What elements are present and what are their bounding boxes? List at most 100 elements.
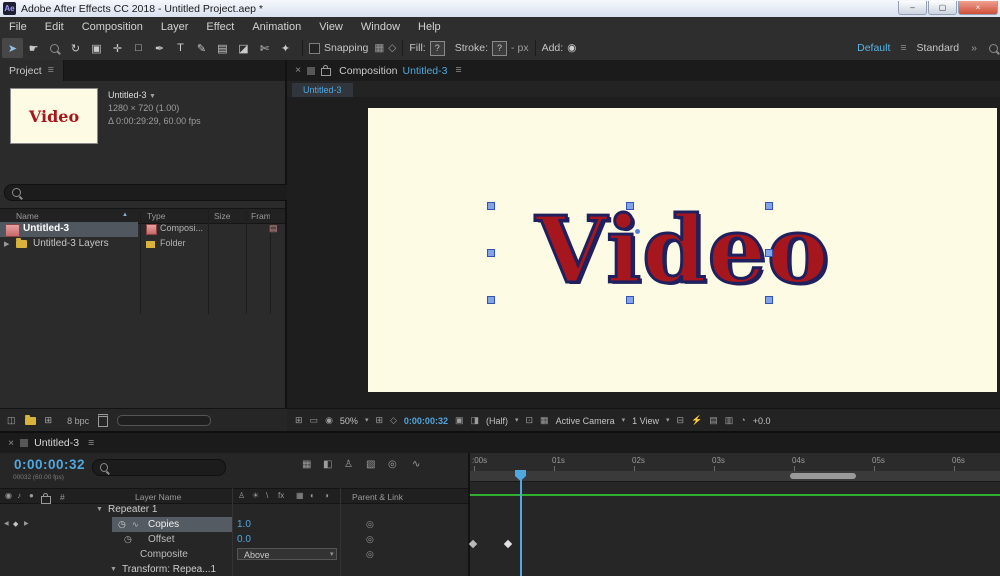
lock-icon[interactable] <box>321 65 332 76</box>
property-value[interactable]: 1.0 <box>237 517 251 532</box>
selection-handle-top-right[interactable] <box>765 202 773 210</box>
exposure-value[interactable]: +0.0 <box>753 416 771 426</box>
panel-menu-icon[interactable]: ≡ <box>48 65 54 76</box>
row-name[interactable]: Untitled-3 Layers <box>33 238 109 249</box>
snapping-checkbox[interactable] <box>309 42 320 54</box>
comp-mini-flowchart-icon[interactable]: ▦ <box>302 460 311 470</box>
resolution-select[interactable]: (Half) <box>486 416 508 426</box>
video-text-layer[interactable]: Video <box>534 195 830 306</box>
workspace-standard[interactable]: Standard <box>917 42 960 54</box>
property-graph-icon[interactable]: ∿ <box>132 517 139 532</box>
selection-tool-icon[interactable]: ➤ <box>2 38 23 58</box>
panel-menu-icon[interactable]: ≡ <box>455 65 461 76</box>
display-icon[interactable]: ▭ <box>310 416 319 425</box>
solo-column-icon[interactable]: ● <box>29 492 34 500</box>
project-item-name[interactable]: Untitled-3 <box>108 90 147 100</box>
pickwhip-icon[interactable]: ◎ <box>366 547 374 562</box>
row-offset[interactable]: ◷ Offset 0.0 ◎ <box>0 532 468 547</box>
menu-layer[interactable]: Layer <box>152 21 198 33</box>
region-of-interest-icon[interactable]: ⊡ <box>526 416 534 425</box>
hand-tool-icon[interactable]: ☛ <box>23 38 44 58</box>
project-search-input[interactable] <box>25 186 288 199</box>
camera-select[interactable]: Active Camera <box>556 416 615 426</box>
audio-column-icon[interactable]: ♪ <box>17 492 21 500</box>
adjustment-switch-icon[interactable]: ◑ <box>324 492 329 500</box>
transparency-grid-icon[interactable]: ▦ <box>540 416 549 425</box>
column-layer-name[interactable]: Layer Name <box>135 492 181 502</box>
next-keyframe-icon[interactable]: ▶ <box>24 517 29 532</box>
menu-window[interactable]: Window <box>352 21 409 33</box>
workspace-search-icon[interactable] <box>989 43 998 53</box>
column-size[interactable]: Size <box>214 211 231 221</box>
clone-stamp-tool-icon[interactable]: ▤ <box>212 38 233 58</box>
close-button[interactable]: × <box>958 1 998 15</box>
type-tool-icon[interactable]: T <box>170 38 191 58</box>
workspace-menu-icon[interactable]: ≡ <box>900 43 906 54</box>
minimize-button[interactable]: – <box>898 1 927 15</box>
panel-menu-icon[interactable]: ≡ <box>88 438 94 449</box>
anchor-point[interactable] <box>635 229 640 234</box>
grid-guides-icon[interactable]: ⊞ <box>375 416 383 425</box>
quality-switch-icon[interactable]: \ <box>266 492 268 500</box>
selection-handle-mid-right[interactable] <box>765 249 773 257</box>
zoom-dropdown-icon[interactable]: ▾ <box>365 417 369 424</box>
row-repeater[interactable]: ▼ Repeater 1 <box>0 502 468 517</box>
puppet-pin-tool-icon[interactable]: ✦ <box>275 38 296 58</box>
property-group-label[interactable]: Transform: Repea...1 <box>122 562 216 576</box>
snap-option-a-icon[interactable]: ▦ <box>374 43 384 54</box>
composition-tab-label[interactable]: Composition <box>339 65 397 77</box>
pickwhip-icon[interactable]: ◎ <box>366 532 374 547</box>
pixel-aspect-icon[interactable]: ⊟ <box>676 416 684 425</box>
twirl-closed-icon[interactable]: ▶ <box>4 241 9 248</box>
item-name-dropdown-icon[interactable]: ▼ <box>149 93 156 100</box>
time-ruler[interactable]: :00s 01s 02s 03s 04s 05s 06s <box>470 453 1000 472</box>
menu-edit[interactable]: Edit <box>36 21 73 33</box>
zoom-select[interactable]: 50% <box>340 416 358 426</box>
pickwhip-icon[interactable]: ◎ <box>366 517 374 532</box>
flowchart-icon[interactable]: ⊞ <box>295 416 303 425</box>
keyframe[interactable] <box>468 539 478 549</box>
twirl-open-icon[interactable]: ▼ <box>96 502 103 517</box>
property-label[interactable]: Copies <box>148 517 179 532</box>
column-name[interactable]: Name <box>16 211 39 221</box>
hide-shy-layers-icon[interactable]: ♙ <box>344 460 353 470</box>
new-folder-icon[interactable] <box>24 414 36 425</box>
column-frame[interactable]: Fram <box>251 211 271 221</box>
composition-canvas[interactable]: Video <box>368 108 997 392</box>
keyframe[interactable] <box>503 539 513 549</box>
show-snapshot-icon[interactable]: ◨ <box>470 416 479 425</box>
mask-visibility-icon[interactable]: ◇ <box>390 416 397 425</box>
collapse-switch-icon[interactable]: ☀ <box>252 492 259 500</box>
property-group-label[interactable]: Repeater 1 <box>108 502 157 517</box>
menu-view[interactable]: View <box>310 21 352 33</box>
fill-swatch[interactable]: ? <box>429 40 445 56</box>
roto-brush-tool-icon[interactable]: ✄ <box>254 38 275 58</box>
eye-column-icon[interactable]: ◉ <box>5 492 12 500</box>
project-search-box[interactable] <box>4 184 296 201</box>
selection-handle-top-center[interactable] <box>626 202 634 210</box>
resolution-dropdown-icon[interactable]: ▾ <box>515 417 519 424</box>
brush-tool-icon[interactable]: ✎ <box>191 38 212 58</box>
row-copies[interactable]: ◀ ◆ ▶ ◷ ∿ Copies 1.0 ◎ <box>0 517 468 532</box>
rotate-tool-icon[interactable]: ↻ <box>65 38 86 58</box>
close-tab-icon[interactable]: × <box>8 438 14 449</box>
timeline-track-area[interactable]: :00s 01s 02s 03s 04s 05s 06s <box>468 453 1000 576</box>
frame-blending-icon[interactable]: ▧ <box>366 460 375 470</box>
stroke-swatch[interactable]: ? <box>491 40 507 56</box>
layer-duration-bar[interactable] <box>470 494 1000 496</box>
row-name[interactable]: Untitled-3 <box>23 223 69 234</box>
fast-previews-icon[interactable]: ⚡ <box>691 416 702 425</box>
keyframe-diamond-icon[interactable]: ◆ <box>13 517 18 532</box>
camera-tool-icon[interactable]: ▣ <box>86 38 107 58</box>
camera-dropdown-icon[interactable]: ▾ <box>622 417 626 424</box>
playhead-line[interactable] <box>520 470 522 576</box>
new-composition-icon[interactable]: ⊞ <box>45 416 53 425</box>
timeline-current-time[interactable]: 0:00:00:32 <box>14 457 85 472</box>
work-area-bar[interactable] <box>470 471 1000 482</box>
graph-editor-icon[interactable]: ∿ <box>412 460 420 470</box>
viewer-subtab[interactable]: Untitled-3 <box>292 83 353 97</box>
snapshot-icon[interactable]: ▣ <box>455 416 464 425</box>
composition-viewer[interactable]: Video <box>287 97 1000 408</box>
menu-help[interactable]: Help <box>409 21 450 33</box>
delete-icon[interactable] <box>98 414 109 427</box>
